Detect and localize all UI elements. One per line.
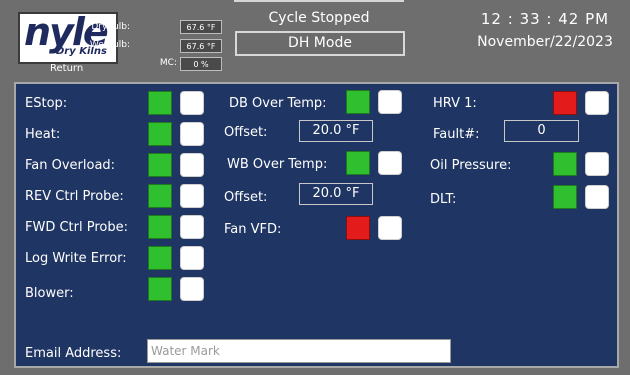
dlt-indicator — [553, 185, 577, 209]
cycle-status: Cycle Stopped — [268, 10, 370, 26]
rev-ctrl-probe-label: REV Ctrl Probe: — [25, 189, 124, 204]
fan-vfd-indicator — [346, 216, 370, 240]
return-label[interactable]: Return — [50, 63, 83, 74]
db-over-temp-ack-button[interactable] — [378, 90, 402, 114]
blower-ack-button[interactable] — [180, 277, 204, 301]
wb-over-temp-indicator — [346, 151, 370, 175]
wb-offset-field[interactable]: 20.0 °F — [299, 183, 373, 205]
fwd-ctrl-probe-ack-button[interactable] — [180, 215, 204, 239]
drybulb-label: Drybulb: — [91, 22, 130, 32]
db-over-temp-indicator — [346, 90, 370, 114]
fan-overload-indicator — [148, 153, 172, 177]
oil-pressure-ack-button[interactable] — [585, 152, 609, 176]
db-offset-label: Offset: — [224, 125, 268, 140]
wetbulb-label: Wetbulb: — [89, 40, 130, 50]
oil-pressure-indicator — [553, 152, 577, 176]
log-write-error-label: Log Write Error: — [25, 251, 127, 266]
fan-overload-ack-button[interactable] — [180, 153, 204, 177]
heat-ack-button[interactable] — [180, 122, 204, 146]
fan-vfd-label: Fan VFD: — [224, 222, 282, 237]
heat-label: Heat: — [25, 127, 61, 142]
db-over-temp-label: DB Over Temp: — [229, 96, 327, 111]
blower-label: Blower: — [25, 286, 74, 301]
drybulb-value: 67.6 °F — [180, 20, 222, 34]
estop-indicator — [148, 91, 172, 115]
date: November/22/2023 — [477, 34, 613, 50]
estop-label: EStop: — [25, 96, 68, 111]
oil-pressure-label: Oil Pressure: — [430, 158, 512, 173]
wetbulb-value: 67.6 °F — [180, 39, 222, 53]
fault-number-label: Fault#: — [433, 127, 480, 142]
clock: 12 : 33 : 42 PM — [480, 10, 610, 28]
mc-label: MC: — [159, 58, 177, 68]
email-address-input[interactable]: Water Mark — [147, 339, 451, 363]
heat-indicator — [148, 122, 172, 146]
blower-indicator — [148, 277, 172, 301]
wb-over-temp-label: WB Over Temp: — [227, 157, 328, 172]
estop-ack-button[interactable] — [180, 91, 204, 115]
log-write-error-ack-button[interactable] — [180, 246, 204, 270]
log-write-error-indicator — [148, 246, 172, 270]
nyle-logo[interactable]: nyle Dry Kilns — [18, 10, 118, 64]
hrv1-ack-button[interactable] — [585, 91, 609, 115]
mc-value: 0 % — [180, 57, 222, 71]
fault-number-field[interactable]: 0 — [504, 120, 579, 142]
top-divider — [234, 0, 404, 2]
hrv1-label: HRV 1: — [433, 96, 477, 111]
dlt-ack-button[interactable] — [585, 185, 609, 209]
wb-offset-label: Offset: — [224, 190, 268, 205]
dh-mode-button[interactable]: DH Mode — [235, 31, 405, 56]
hrv1-indicator — [553, 91, 577, 115]
db-offset-field[interactable]: 20.0 °F — [299, 120, 373, 142]
wb-over-temp-ack-button[interactable] — [378, 151, 402, 175]
rev-ctrl-probe-indicator — [148, 184, 172, 208]
fan-vfd-ack-button[interactable] — [378, 216, 402, 240]
email-address-label: Email Address: — [25, 346, 122, 361]
fwd-ctrl-probe-indicator — [148, 215, 172, 239]
fwd-ctrl-probe-label: FWD Ctrl Probe: — [25, 220, 128, 235]
dlt-label: DLT: — [430, 192, 457, 207]
fan-overload-label: Fan Overload: — [25, 158, 116, 173]
rev-ctrl-probe-ack-button[interactable] — [180, 184, 204, 208]
